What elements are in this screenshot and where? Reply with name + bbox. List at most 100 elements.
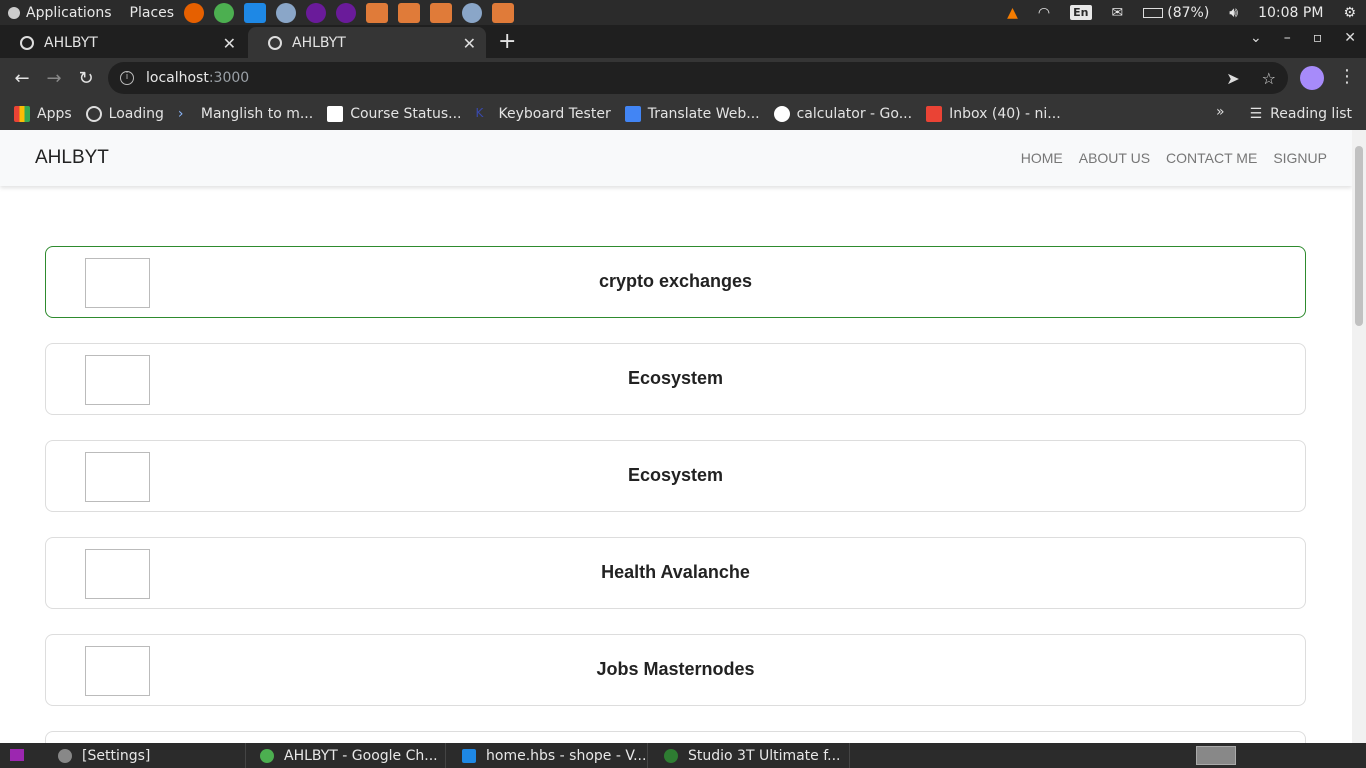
battery-indicator[interactable]: (87%) xyxy=(1143,5,1209,21)
profile-avatar[interactable] xyxy=(1300,66,1324,90)
site-info-icon[interactable]: i xyxy=(120,71,134,85)
tab-title: AHLBYT xyxy=(44,34,98,51)
places-label: Places xyxy=(129,4,175,21)
bookmark-keyboard-tester[interactable]: K Keyboard Tester xyxy=(476,106,611,122)
bookmark-course-status[interactable]: Course Status... xyxy=(327,106,462,122)
home-folder-launcher-icon[interactable] xyxy=(398,2,421,23)
scrollbar-thumb[interactable] xyxy=(1355,146,1363,326)
translate-icon xyxy=(624,106,641,122)
applications-icon xyxy=(8,6,20,19)
taskbar-vscode[interactable]: home.hbs - shope - V... xyxy=(452,743,648,768)
taskbar-settings[interactable]: [Settings] xyxy=(48,743,246,768)
nav-link-contact[interactable]: CONTACT ME xyxy=(1166,150,1257,166)
wifi-icon[interactable]: ◠ xyxy=(1038,5,1050,21)
folder-launcher-icon-2[interactable] xyxy=(430,2,453,23)
window-controls: ⌄ – ▫ ✕ xyxy=(1228,30,1356,46)
close-tab-icon[interactable]: ✕ xyxy=(463,34,476,53)
gear-icon xyxy=(58,748,72,763)
send-tab-icon[interactable]: ➤ xyxy=(1226,69,1239,88)
bookmark-label: Keyboard Tester xyxy=(498,106,611,122)
bookmark-calculator[interactable]: calculator - Go... xyxy=(773,106,913,122)
workspace-switcher[interactable] xyxy=(1196,746,1236,765)
language-indicator[interactable]: En xyxy=(1070,5,1092,20)
bookmark-loading[interactable]: Loading xyxy=(85,106,164,122)
bookmark-apps[interactable]: Apps xyxy=(14,106,72,122)
settings-gear-icon[interactable]: ⚙ xyxy=(1343,5,1356,21)
close-window-icon[interactable]: ✕ xyxy=(1344,30,1356,46)
tab-search-icon[interactable]: ⌄ xyxy=(1250,30,1262,46)
close-tab-icon[interactable]: ✕ xyxy=(223,34,236,53)
chrome-launcher-icon[interactable] xyxy=(214,2,235,23)
system-taskbar: [Settings] AHLBYT - Google Ch... home.hb… xyxy=(0,743,1366,768)
card-title: Jobs Masternodes xyxy=(596,659,755,679)
maximize-icon[interactable]: ▫ xyxy=(1313,30,1323,46)
studio3t-icon xyxy=(664,748,678,763)
category-card[interactable]: crypto exchanges xyxy=(45,246,1306,318)
browser-tab[interactable]: AHLBYT ✕ xyxy=(0,27,246,58)
more-bookmarks-icon[interactable]: » xyxy=(1216,104,1225,120)
bookmark-label: Translate Web... xyxy=(647,106,760,122)
battery-icon xyxy=(1143,7,1164,18)
address-bar[interactable]: i localhost:3000 ➤ ☆ xyxy=(108,62,1288,94)
reload-icon[interactable]: ↻ xyxy=(70,68,102,89)
card-title: crypto exchanges xyxy=(598,271,753,291)
new-tab-icon[interactable]: + xyxy=(498,29,516,54)
taskbar-studio3t[interactable]: Studio 3T Ultimate f... xyxy=(654,743,850,768)
task-label: home.hbs - shope - V... xyxy=(486,747,647,764)
apps-grid-icon xyxy=(14,106,30,122)
page-scrollbar[interactable] xyxy=(1352,130,1366,743)
places-menu[interactable]: Places xyxy=(130,5,175,21)
applications-label: Applications xyxy=(26,4,112,21)
nav-link-about[interactable]: ABOUT US xyxy=(1079,150,1150,166)
clock[interactable]: 10:08 PM xyxy=(1258,5,1323,21)
globe-icon xyxy=(85,106,102,122)
category-card[interactable]: Jobs Masternodes xyxy=(45,634,1306,706)
card-title: Ecosystem xyxy=(627,465,724,485)
bookmark-manglish[interactable]: › Manglish to m... xyxy=(178,106,313,122)
nav-link-signup[interactable]: SIGNUP xyxy=(1273,150,1327,166)
tab-title: AHLBYT xyxy=(292,34,346,51)
chrome-icon xyxy=(260,748,274,763)
gmail-icon xyxy=(926,106,943,122)
globe-icon xyxy=(268,35,282,50)
category-card[interactable]: Ecosystem xyxy=(45,343,1306,415)
vlc-icon[interactable]: ▲ xyxy=(1007,5,1018,21)
applications-menu[interactable]: Applications xyxy=(8,5,112,21)
nav-link-home[interactable]: HOME xyxy=(1021,150,1063,166)
vscode-launcher-icon[interactable] xyxy=(244,2,267,23)
category-card-partial[interactable] xyxy=(45,731,1306,743)
bookmark-label: Manglish to m... xyxy=(200,106,314,122)
volume-icon[interactable]: 🔊︎ xyxy=(1229,5,1238,21)
browser-tab-active[interactable]: AHLBYT ✕ xyxy=(248,27,486,58)
browser-tab-strip: AHLBYT ✕ AHLBYT ✕ xyxy=(0,25,1366,58)
web-page: AHLBYT HOME ABOUT US CONTACT ME SIGNUP c… xyxy=(0,130,1352,743)
bookmark-star-icon[interactable]: ☆ xyxy=(1262,69,1276,88)
minimize-icon[interactable]: – xyxy=(1284,30,1291,46)
browser-menu-icon[interactable]: ⋮ xyxy=(1338,66,1356,87)
mail-icon[interactable]: ✉ xyxy=(1112,5,1124,21)
bookmark-label: calculator - Go... xyxy=(796,106,913,122)
address-host: localhost xyxy=(146,70,209,86)
app-launcher-icon-2[interactable] xyxy=(462,2,483,23)
tor-launcher-icon[interactable] xyxy=(306,2,327,23)
battery-percent: (87%) xyxy=(1167,4,1210,21)
chevron-icon: › xyxy=(177,106,184,122)
forward-arrow-icon[interactable]: → xyxy=(38,68,70,89)
folder-launcher-icon[interactable] xyxy=(366,2,389,23)
firefox-launcher-icon[interactable] xyxy=(184,2,205,23)
task-label: [Settings] xyxy=(82,747,151,764)
folder-launcher-icon-3[interactable] xyxy=(492,2,515,23)
taskbar-chrome[interactable]: AHLBYT - Google Ch... xyxy=(250,743,446,768)
app-launcher-icon[interactable] xyxy=(276,2,297,23)
category-card[interactable]: Ecosystem xyxy=(45,440,1306,512)
tor-launcher-icon-2[interactable] xyxy=(336,2,357,23)
reading-list-button[interactable]: ☰ Reading list xyxy=(1250,106,1352,122)
category-card[interactable]: Health Avalanche xyxy=(45,537,1306,609)
site-brand[interactable]: AHLBYT xyxy=(35,147,109,169)
reading-list-label: Reading list xyxy=(1270,106,1352,122)
page-icon xyxy=(327,106,344,122)
show-desktop-icon[interactable] xyxy=(10,749,24,761)
back-arrow-icon[interactable]: ← xyxy=(6,68,38,89)
bookmark-translate[interactable]: Translate Web... xyxy=(624,106,760,122)
bookmark-inbox[interactable]: Inbox (40) - ni... xyxy=(926,106,1061,122)
